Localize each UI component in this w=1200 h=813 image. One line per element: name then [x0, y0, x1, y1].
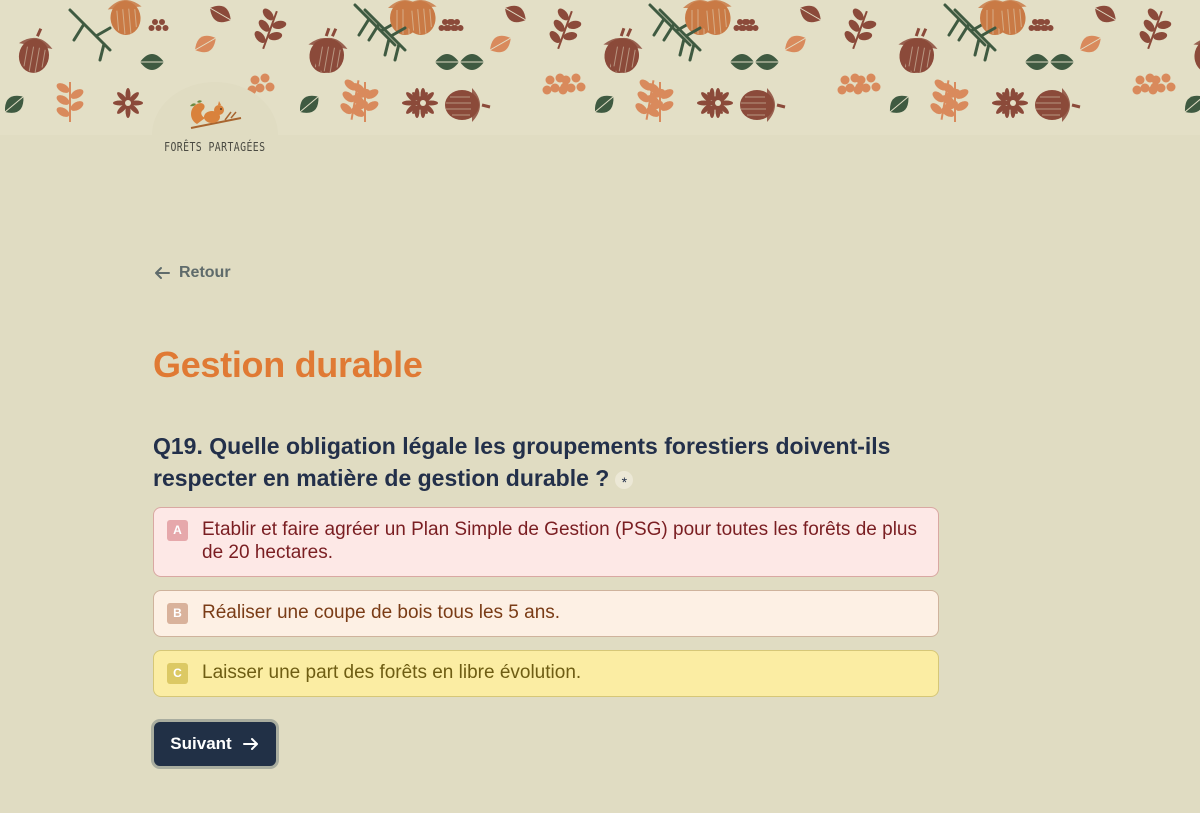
- leafy-branch-icon: [1139, 8, 1172, 50]
- arrow-left-icon: [155, 267, 170, 279]
- answer-option-c[interactable]: C Laisser une part des forêts en libre é…: [153, 650, 939, 697]
- question-text: Q19. Quelle obligation légale les groupe…: [153, 430, 943, 494]
- flower-icon: [113, 88, 143, 118]
- leaf-icon: [4, 95, 24, 113]
- leaf-icon: [504, 5, 527, 23]
- option-key-badge: A: [167, 520, 188, 541]
- leaf-icon: [889, 95, 909, 113]
- leaf-icon: [799, 5, 822, 23]
- leaf-icon: [784, 35, 807, 53]
- leaf-icon: [1184, 95, 1200, 113]
- leaf-icon: [489, 35, 512, 53]
- brand-name: FORÊTS PARTAGÉES: [164, 140, 266, 154]
- leafy-branch-icon: [254, 8, 287, 50]
- brand-logo: FORÊTS PARTAGÉES: [152, 82, 278, 188]
- leafy-branch-icon: [351, 82, 379, 122]
- acorn-icon: [445, 88, 491, 122]
- option-label: Réaliser une coupe de bois tous les 5 an…: [202, 602, 561, 623]
- leaf-icon: [1079, 35, 1102, 53]
- leaf-icon: [1050, 54, 1074, 70]
- seed-dots-icon: [148, 19, 169, 31]
- twig-icon: [68, 8, 112, 62]
- leafy-branch-icon: [549, 8, 582, 50]
- acorn-icon: [740, 88, 786, 122]
- question-label: Q19. Quelle obligation légale les groupe…: [153, 433, 891, 491]
- option-label: Laisser une part des forêts en libre évo…: [202, 662, 582, 683]
- leaf-icon: [1094, 5, 1117, 23]
- flower-icon: [998, 88, 1028, 118]
- answer-option-a[interactable]: A Etablir et faire agréer un Plan Simple…: [153, 507, 939, 577]
- back-link[interactable]: Retour: [153, 264, 231, 282]
- leafy-branch-icon: [646, 82, 674, 122]
- option-key-badge: B: [167, 603, 188, 624]
- page-title: Gestion durable: [153, 344, 423, 385]
- leaf-icon: [1025, 54, 1049, 70]
- back-label: Retour: [179, 264, 231, 281]
- answer-option-b[interactable]: B Réaliser une coupe de bois tous les 5 …: [153, 590, 939, 637]
- flower-icon: [408, 88, 438, 118]
- required-marker: *: [615, 470, 634, 490]
- squirrel-icon: [190, 100, 242, 129]
- leafy-branch-icon: [56, 82, 84, 122]
- acorn-icon: [18, 28, 53, 73]
- option-label: Etablir et faire agréer un Plan Simple d…: [202, 519, 917, 563]
- acorn-icon: [107, 0, 142, 35]
- leaf-icon: [209, 5, 232, 23]
- leaf-icon: [594, 95, 614, 113]
- leaf-icon: [299, 95, 319, 113]
- next-button[interactable]: Suivant: [151, 719, 279, 769]
- acorn-icon: [1035, 88, 1081, 122]
- next-label: Suivant: [170, 734, 232, 753]
- option-key-badge: C: [167, 663, 188, 684]
- acorn-icon: [1193, 38, 1200, 73]
- leaf-icon: [460, 54, 484, 70]
- leafy-branch-icon: [844, 8, 877, 50]
- leaf-icon: [194, 35, 217, 53]
- leaf-icon: [435, 54, 459, 70]
- arrow-right-icon: [242, 738, 258, 750]
- leaf-icon: [755, 54, 779, 70]
- leaf-icon: [730, 54, 754, 70]
- leafy-branch-icon: [941, 82, 969, 122]
- leaf-icon: [140, 54, 164, 70]
- flower-icon: [703, 88, 733, 118]
